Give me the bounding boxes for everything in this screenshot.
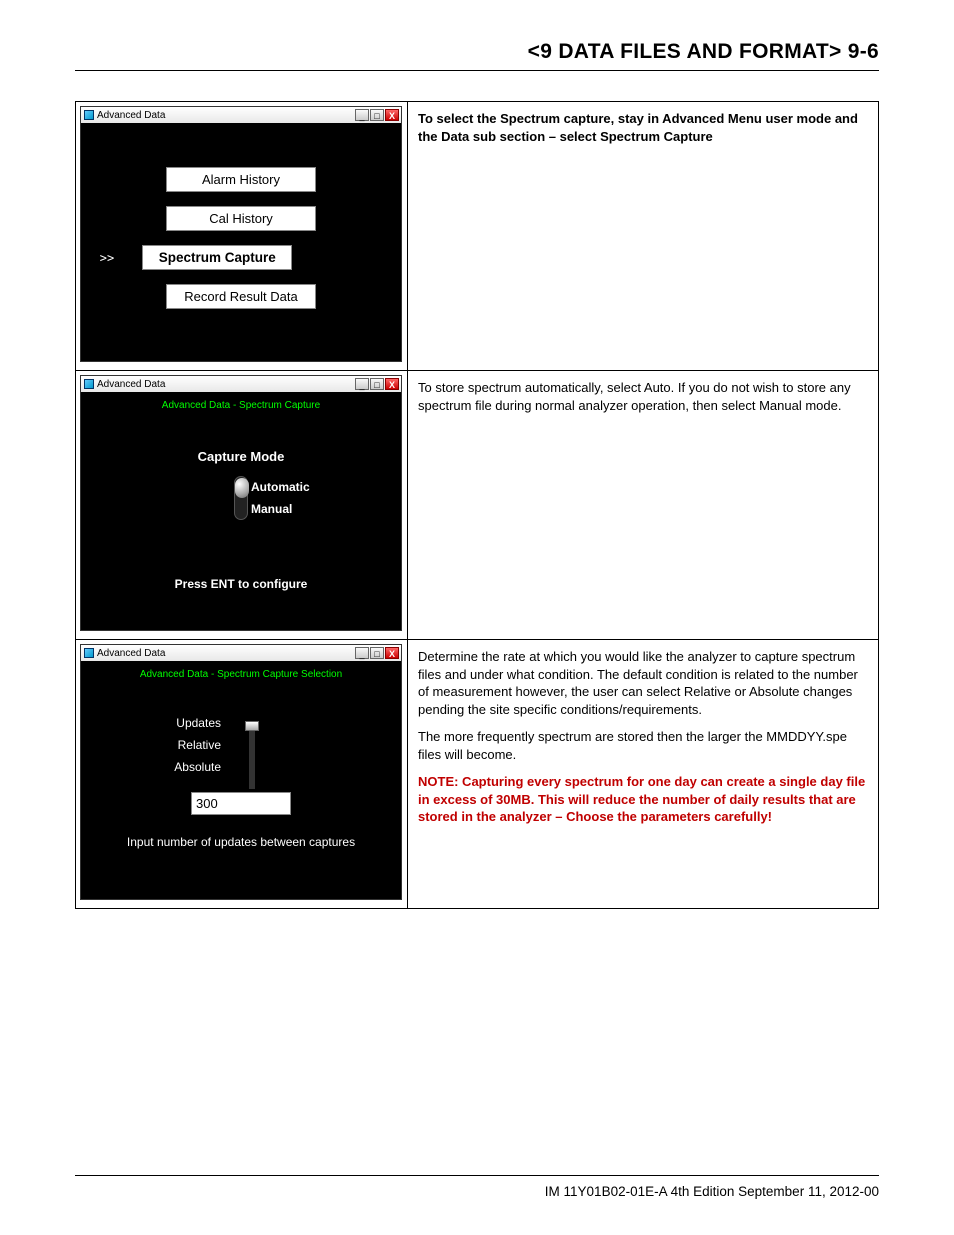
close-button[interactable]: X (385, 647, 399, 659)
maximize-button[interactable]: □ (370, 109, 384, 121)
capture-mode-toggle[interactable] (234, 476, 248, 520)
minimize-button[interactable]: _ (355, 647, 369, 659)
window-advanced-data-menu: Advanced Data _ □ X Alarm History Cal Hi… (80, 106, 402, 362)
toggle-knob (235, 478, 249, 498)
subheader-capture-selection: Advanced Data - Spectrum Capture Selecti… (81, 667, 401, 690)
content-table: Advanced Data _ □ X Alarm History Cal Hi… (75, 101, 879, 909)
subheader-spectrum-capture: Advanced Data - Spectrum Capture (81, 398, 401, 421)
window-titlebar: Advanced Data _ □ X (81, 645, 401, 661)
toggle-option-manual: Manual (251, 498, 310, 520)
window-title: Advanced Data (97, 648, 165, 659)
row3-paragraph-1: Determine the rate at which you would li… (418, 648, 868, 718)
label-updates: Updates (151, 716, 221, 730)
close-button[interactable]: X (385, 109, 399, 121)
menu-alarm-history[interactable]: Alarm History (166, 167, 316, 192)
app-icon (84, 110, 94, 120)
row2-instruction: To store spectrum automatically, select … (418, 379, 868, 414)
updates-input[interactable]: 300 (191, 792, 291, 815)
maximize-button[interactable]: □ (370, 647, 384, 659)
input-caption: Input number of updates between captures (81, 835, 401, 849)
window-spectrum-capture-selection: Advanced Data _ □ X Advanced Data - Spec… (80, 644, 402, 900)
label-absolute: Absolute (151, 760, 221, 774)
menu-spectrum-capture[interactable]: Spectrum Capture (142, 245, 292, 270)
menu-record-result-data[interactable]: Record Result Data (166, 284, 316, 309)
capture-mode-label: Capture Mode (81, 449, 401, 464)
page-header: <9 DATA FILES AND FORMAT> 9-6 (75, 40, 879, 71)
window-spectrum-capture: Advanced Data _ □ X Advanced Data - Spec… (80, 375, 402, 631)
app-icon (84, 648, 94, 658)
label-relative: Relative (151, 738, 221, 752)
toggle-option-automatic: Automatic (251, 476, 310, 498)
updates-slider-track[interactable] (249, 723, 255, 789)
row3-note: NOTE: Capturing every spectrum for one d… (418, 773, 868, 826)
maximize-button[interactable]: □ (370, 378, 384, 390)
row1-instruction: To select the Spectrum capture, stay in … (418, 110, 868, 145)
row3-paragraph-2: The more frequently spectrum are stored … (418, 728, 868, 763)
window-title: Advanced Data (97, 110, 165, 121)
window-title: Advanced Data (97, 379, 165, 390)
minimize-button[interactable]: _ (355, 109, 369, 121)
menu-pointer: >> (100, 251, 114, 265)
app-icon (84, 379, 94, 389)
close-button[interactable]: X (385, 378, 399, 390)
press-ent-hint: Press ENT to configure (81, 577, 401, 591)
page-footer: IM 11Y01B02-01E-A 4th Edition September … (75, 1175, 879, 1199)
updates-slider-handle (245, 721, 259, 731)
minimize-button[interactable]: _ (355, 378, 369, 390)
window-titlebar: Advanced Data _ □ X (81, 376, 401, 392)
menu-cal-history[interactable]: Cal History (166, 206, 316, 231)
window-titlebar: Advanced Data _ □ X (81, 107, 401, 123)
